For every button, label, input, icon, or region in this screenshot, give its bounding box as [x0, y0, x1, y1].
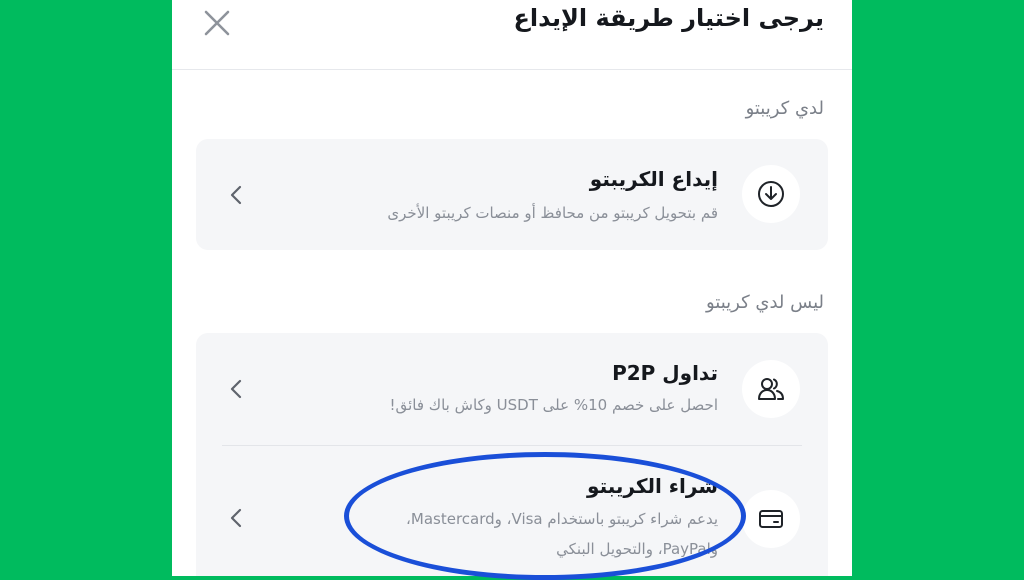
users-icon	[758, 378, 784, 400]
deposit-icon-circle	[742, 165, 800, 223]
deposit-crypto-title: إيداع الكريبتو	[589, 167, 718, 191]
section-label-no-crypto: ليس لدي كريبتو	[705, 292, 824, 313]
card-no-crypto: تداول P2P احصل على خصم 10% على USDT وكاش…	[196, 333, 828, 576]
buy-crypto-subtitle-line2: وPayPal، والتحويل البنكي	[556, 540, 718, 558]
close-icon	[204, 10, 230, 36]
chevron-left-icon	[226, 377, 246, 401]
p2p-title: تداول P2P	[612, 361, 718, 385]
card-icon	[759, 510, 783, 528]
p2p-subtitle: احصل على خصم 10% على USDT وكاش باك فائق!	[389, 396, 718, 414]
p2p-trading-option[interactable]: تداول P2P احصل على خصم 10% على USDT وكاش…	[196, 333, 828, 445]
page-title: يرجى اختيار طريقة الإيداع	[513, 4, 825, 32]
buy-crypto-subtitle-line1: يدعم شراء كريبتو باستخدام Visa، وMasterc…	[406, 510, 718, 528]
download-icon	[758, 181, 784, 207]
card-have-crypto: إيداع الكريبتو قم بتحويل كريبتو من محافظ…	[196, 139, 828, 250]
deposit-crypto-option[interactable]: إيداع الكريبتو قم بتحويل كريبتو من محافظ…	[196, 139, 828, 250]
close-button[interactable]	[200, 6, 234, 40]
buy-icon-circle	[742, 490, 800, 548]
section-label-have-crypto: لدي كريبتو	[745, 98, 824, 119]
buy-crypto-option[interactable]: شراء الكريبتو يدعم شراء كريبتو باستخدام …	[196, 446, 828, 576]
deposit-method-sheet: يرجى اختيار طريقة الإيداع لدي كريبتو إيد…	[172, 0, 852, 576]
sheet-header: يرجى اختيار طريقة الإيداع	[172, 0, 852, 70]
p2p-icon-circle	[742, 360, 800, 418]
chevron-left-icon	[226, 183, 246, 207]
buy-crypto-title: شراء الكريبتو	[587, 474, 718, 498]
chevron-left-icon	[226, 506, 246, 530]
deposit-crypto-subtitle: قم بتحويل كريبتو من محافظ أو منصات كريبت…	[387, 204, 718, 222]
